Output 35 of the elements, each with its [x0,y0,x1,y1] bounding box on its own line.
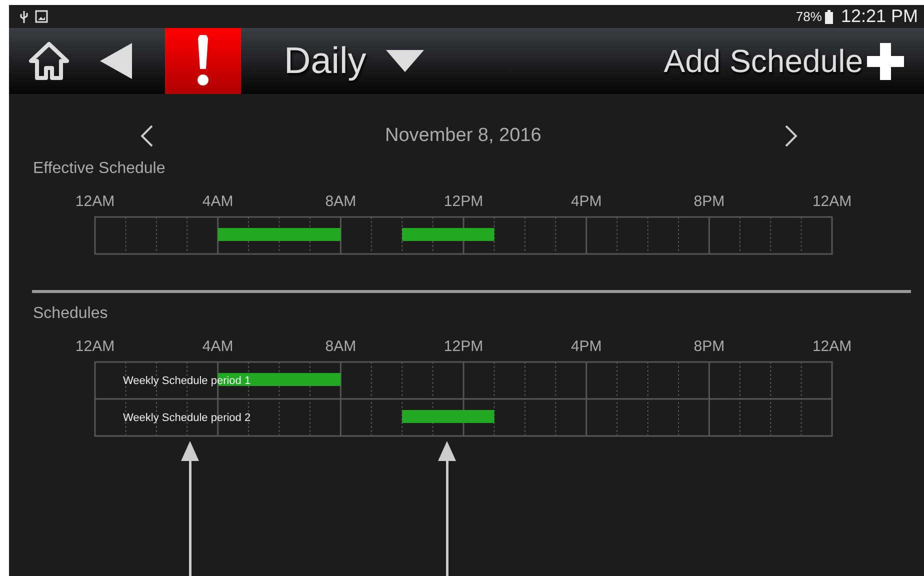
time-label: 4AM [202,193,234,210]
time-label: 12PM [444,338,484,355]
alert-button[interactable] [165,28,241,94]
time-label: 8AM [325,193,356,210]
view-dropdown[interactable]: Daily [284,28,424,94]
time-label: 4PM [570,338,602,355]
time-label: 8AM [325,338,356,355]
alert-icon [196,35,210,87]
clock-time: 12:21 PM [840,6,918,27]
time-label: 8PM [694,338,725,355]
battery-icon [824,10,833,24]
usb-icon [19,10,29,24]
time-label: 4PM [570,193,602,210]
time-label: 8PM [694,193,725,210]
add-schedule-button[interactable]: Add Schedule [664,28,904,94]
previous-day-button[interactable] [141,125,153,147]
time-label: 12AM [812,193,852,210]
schedule-name: Weekly Schedule period 2 [123,412,251,424]
battery-percent: 78% [796,9,822,24]
home-icon [28,41,70,81]
caret-icon [386,50,424,72]
chevron-right-icon [785,125,798,147]
chevron-left-icon [141,125,153,147]
plus-icon [867,42,904,80]
date-label: November 8, 2016 [385,125,542,147]
next-day-button[interactable] [785,125,798,147]
time-label: 12AM [75,193,115,210]
section-title: Schedules [33,305,109,323]
image-icon [35,10,48,23]
time-label: 12AM [75,338,115,355]
time-label: 12PM [444,193,484,210]
section-title: Effective Schedule [33,160,166,178]
back-icon [99,41,133,81]
time-label: 4AM [202,338,234,355]
time-label: 12AM [812,338,852,355]
